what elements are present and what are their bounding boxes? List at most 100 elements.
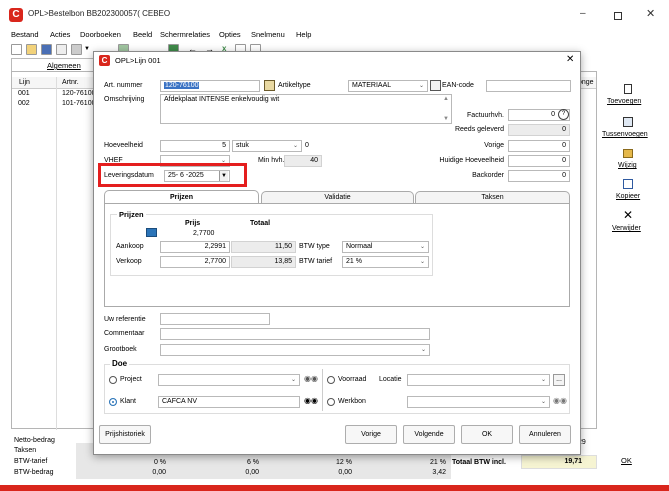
tab-algemeen[interactable]: Algemeen — [11, 58, 99, 71]
werkbon-label: Werkbon — [338, 398, 366, 405]
side-tussenvoegen-button[interactable]: Tussenvoegen — [600, 116, 656, 144]
btw-type-select[interactable]: Normaal ⌄ — [342, 241, 429, 253]
menu-bar: Bestand Acties Doorboeken Beeld Schermre… — [0, 28, 669, 41]
locatie-more-button[interactable]: ... — [553, 374, 565, 386]
minimize-icon[interactable]: – — [580, 8, 592, 19]
annuleren-button[interactable]: Annuleren — [519, 425, 571, 444]
menu-snelmenu[interactable]: Snelmenu — [251, 30, 285, 39]
print-preview-icon[interactable] — [56, 44, 67, 55]
table-cell-artnr: 120-76100 — [62, 90, 96, 97]
tab-validatie-label: Validatie — [324, 194, 351, 201]
grootboek-select[interactable]: ⌄ — [160, 344, 430, 356]
artikeltype-select[interactable]: MATERIAAL ⌄ — [348, 80, 428, 92]
calculator-icon[interactable] — [146, 228, 157, 237]
totals-label-bedrag: BTW-bedrag — [14, 469, 54, 476]
save-icon[interactable] — [41, 44, 52, 55]
huidige-hoeveelheid-field[interactable]: 0 — [508, 155, 570, 167]
tab-prijzen[interactable]: Prijzen — [104, 190, 259, 204]
menu-opties[interactable]: Opties — [219, 30, 241, 39]
tab-prijzen-label: Prijzen — [170, 194, 193, 201]
art-nummer-field[interactable]: 120-76100 — [160, 80, 260, 92]
klant-radio[interactable] — [109, 398, 117, 406]
klant-field[interactable]: CAFCA NV — [158, 396, 300, 408]
leveringsdatum-field[interactable]: 25- 6 -2025 ▼ — [164, 170, 230, 182]
binoculars-icon[interactable]: ◉◉ — [304, 374, 318, 383]
open-folder-icon[interactable] — [26, 44, 37, 55]
project-radio[interactable] — [109, 376, 117, 384]
backorder-field[interactable]: 0 — [508, 170, 570, 182]
commentaar-label: Commentaar — [104, 330, 145, 337]
new-file-icon[interactable] — [11, 44, 22, 55]
omschrijving-textarea[interactable]: Afdekplaat INTENSE enkelvoudig wit ▲ ▼ — [160, 94, 452, 124]
table-cell-lijn: 001 — [18, 90, 30, 97]
table-cell-artnr: 101-76100 — [62, 100, 96, 107]
doe-divider — [322, 369, 323, 411]
main-ok-button[interactable]: OK — [605, 450, 649, 472]
prijshistoriek-button[interactable]: Prijshistoriek — [99, 425, 151, 444]
prijzen-group: Prijzen Prijs Totaal 2,7700 Aankoop 2,29… — [110, 210, 433, 276]
commentaar-field[interactable] — [160, 328, 430, 340]
hoeveelheid-label: Hoeveelheid — [104, 142, 143, 149]
vorige-field[interactable]: 0 — [508, 140, 570, 152]
vorige-button-label: Vorige — [361, 431, 381, 438]
dialog-close-icon[interactable]: ✕ — [566, 54, 574, 65]
binoculars-icon[interactable]: ◉◉ — [553, 396, 567, 405]
hoeveelheid-field[interactable]: 5 — [160, 140, 230, 152]
werkbon-select[interactable]: ⌄ — [407, 396, 550, 408]
side-kopieer-button[interactable]: Kopieer — [603, 178, 653, 204]
menu-doorboeken[interactable]: Doorboeken — [80, 30, 121, 39]
tab-taksen[interactable]: Taksen — [415, 191, 570, 203]
maximize-icon[interactable] — [614, 12, 622, 20]
side-verwijder-button[interactable]: ✕ Verwijder — [603, 208, 653, 236]
print-icon[interactable] — [71, 44, 82, 55]
grid-header-lijn[interactable]: Lijn — [19, 79, 30, 86]
volgende-button[interactable]: Volgende — [403, 425, 455, 444]
info-circle-icon[interactable]: ? — [558, 109, 569, 120]
hoeveelheid-value: 5 — [222, 142, 226, 149]
art-nummer-value: 120-76100 — [164, 82, 200, 89]
chevron-down-icon: ⌄ — [292, 143, 299, 149]
eenheid-select[interactable]: stuk ⌄ — [232, 140, 302, 152]
ok-button[interactable]: OK — [461, 425, 513, 444]
locatie-select[interactable]: ⌄ — [407, 374, 550, 386]
binoculars-icon[interactable]: ◉◉ — [304, 396, 318, 405]
huidige-hoeveelheid-label: Huidige Hoeveelheid — [439, 157, 504, 164]
btw-tarief-select[interactable]: 21 % ⌄ — [342, 256, 429, 268]
chevron-down-icon: ⌄ — [540, 377, 547, 383]
menu-bestand[interactable]: Bestand — [11, 30, 39, 39]
menu-schermrelaties[interactable]: Schermrelaties — [160, 30, 210, 39]
btw-tarief-value: 21 % — [346, 258, 362, 265]
line-dialog: C OPL>Lijn 001 ✕ Art. nummer 120-76100 A… — [93, 51, 581, 455]
date-dropdown-icon[interactable]: ▼ — [219, 171, 228, 181]
dropdown-arrow-icon[interactable]: ▼ — [84, 46, 90, 52]
ean-label: EAN-code — [442, 82, 474, 89]
uw-referentie-field[interactable] — [160, 313, 270, 325]
ean-field[interactable] — [486, 80, 571, 92]
side-toevoegen-button[interactable]: Toevoegen — [603, 82, 653, 110]
ean-lookup-icon[interactable] — [430, 80, 441, 91]
menu-acties[interactable]: Acties — [50, 30, 70, 39]
dialog-title: OPL>Lijn 001 — [115, 56, 161, 65]
werkbon-radio[interactable] — [327, 398, 335, 406]
artikel-lookup-icon[interactable] — [264, 80, 275, 91]
verkoop-prijs-field[interactable]: 2,7700 — [160, 256, 230, 268]
vorige-button[interactable]: Vorige — [345, 425, 397, 444]
tab-validatie[interactable]: Validatie — [261, 191, 414, 203]
tab-algemeen-label: Algemeen — [47, 61, 81, 70]
dialog-logo-icon: C — [99, 55, 110, 66]
menu-beeld[interactable]: Beeld — [133, 30, 152, 39]
grid-header-artnr[interactable]: Artnr. — [62, 79, 79, 86]
project-select[interactable]: ⌄ — [158, 374, 300, 386]
side-wijzig-button[interactable]: Wijzig — [603, 148, 653, 174]
volgende-button-label: Volgende — [414, 431, 444, 438]
huidige-hoeveelheid-value: 0 — [562, 157, 566, 164]
doe-label: Doe — [110, 359, 130, 368]
close-window-icon[interactable]: ✕ — [646, 7, 655, 20]
menu-help[interactable]: Help — [296, 30, 311, 39]
annuleren-button-label: Annuleren — [529, 431, 561, 438]
main-title-bar: C OPL>Bestelbon BB202300057( CEBEO – ✕ — [0, 0, 669, 28]
voorraad-radio[interactable] — [327, 376, 335, 384]
scroll-up-icon[interactable]: ▲ — [443, 96, 449, 102]
aankoop-prijs-field[interactable]: 2,2991 — [160, 241, 230, 253]
edit-icon — [623, 149, 633, 158]
